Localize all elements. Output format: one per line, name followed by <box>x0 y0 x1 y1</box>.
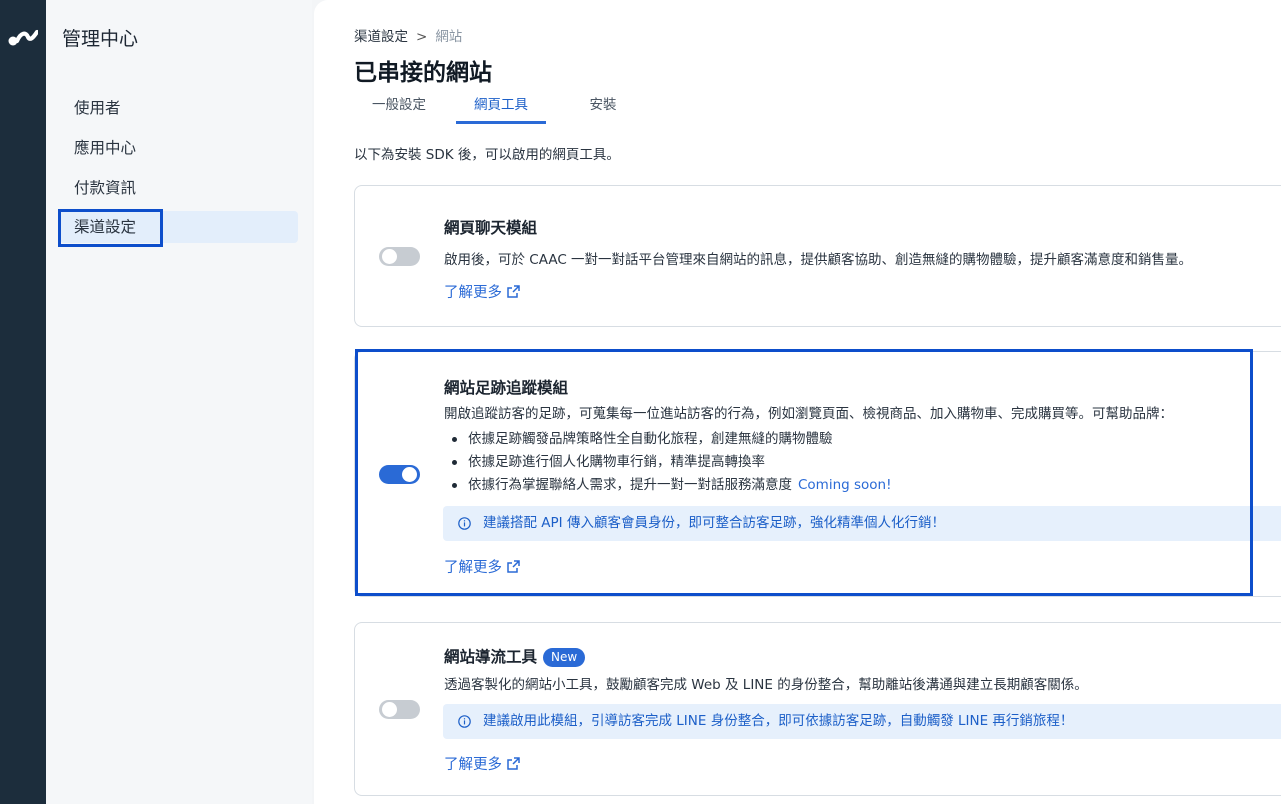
selection-highlight <box>58 209 163 247</box>
app-rail <box>0 0 46 804</box>
module-title-row: 網站導流工具 New <box>444 645 586 667</box>
module-card-web-chat: 網頁聊天模組 啟用後，可於 CAAC 一對一對話平台管理來自網站的訊息，提供顧客… <box>354 185 1281 327</box>
sidebar-item-label: 使用者 <box>74 99 121 117</box>
brand-logo-icon[interactable] <box>8 26 38 48</box>
tab-web-tools[interactable]: 網頁工具 <box>456 92 546 124</box>
module-description: 啟用後，可於 CAAC 一對一對話平台管理來自網站的訊息，提供顧客協助、創造無縫… <box>444 252 1193 268</box>
breadcrumb-current: 網站 <box>435 29 463 45</box>
external-link-icon <box>507 757 520 770</box>
breadcrumb-separator: > <box>416 29 428 45</box>
traffic-tool-toggle[interactable] <box>379 700 420 719</box>
info-icon <box>458 715 471 728</box>
module-description: 透過客製化的網站小工具，鼓勵顧客完成 Web 及 LINE 的身份整合，幫助離站… <box>444 677 1088 693</box>
info-banner: 建議啟用此模組，引導訪客完成 LINE 身份整合，即可依據訪客足跡，自動觸發 L… <box>443 704 1281 739</box>
tab-general-settings[interactable]: 一般設定 <box>354 92 444 124</box>
breadcrumb-parent[interactable]: 渠道設定 <box>354 29 408 45</box>
learn-more-link[interactable]: 了解更多 <box>444 281 521 302</box>
web-chat-toggle[interactable] <box>379 247 420 266</box>
sidebar: 管理中心 使用者 應用中心 付款資訊 渠道設定 <box>46 0 312 804</box>
new-badge: New <box>543 648 586 667</box>
external-link-icon <box>507 285 520 298</box>
module-title: 網頁聊天模組 <box>444 219 538 237</box>
page-title: 已串接的網站 <box>354 60 492 86</box>
breadcrumb: 渠道設定 > 網站 <box>354 25 462 45</box>
learn-more-label: 了解更多 <box>444 285 502 301</box>
learn-more-link[interactable]: 了解更多 <box>444 753 521 774</box>
sidebar-item-users[interactable]: 使用者 <box>60 92 298 124</box>
toggle-knob <box>382 249 397 264</box>
tab-install[interactable]: 安裝 <box>558 92 648 124</box>
sidebar-item-label: 付款資訊 <box>74 179 137 197</box>
module-card-traffic-tool: 網站導流工具 New 透過客製化的網站小工具，鼓勵顧客完成 Web 及 LINE … <box>354 622 1281 796</box>
sidebar-item-billing[interactable]: 付款資訊 <box>60 172 298 204</box>
focus-highlight <box>355 349 1253 596</box>
info-text: 建議啟用此模組，引導訪客完成 LINE 身份整合，即可依據訪客足跡，自動觸發 L… <box>483 713 1074 729</box>
intro-text: 以下為安裝 SDK 後，可以啟用的網頁工具。 <box>354 147 620 163</box>
main-panel: 渠道設定 > 網站 已串接的網站 一般設定 網頁工具 安裝 以下為安裝 SDK 後，… <box>314 0 1281 804</box>
learn-more-label: 了解更多 <box>444 757 502 773</box>
sidebar-title: 管理中心 <box>62 28 139 50</box>
toggle-knob <box>382 702 397 717</box>
sidebar-item-app-center[interactable]: 應用中心 <box>60 132 298 164</box>
sidebar-item-label: 應用中心 <box>74 139 137 157</box>
module-title: 網站導流工具 <box>444 648 538 666</box>
